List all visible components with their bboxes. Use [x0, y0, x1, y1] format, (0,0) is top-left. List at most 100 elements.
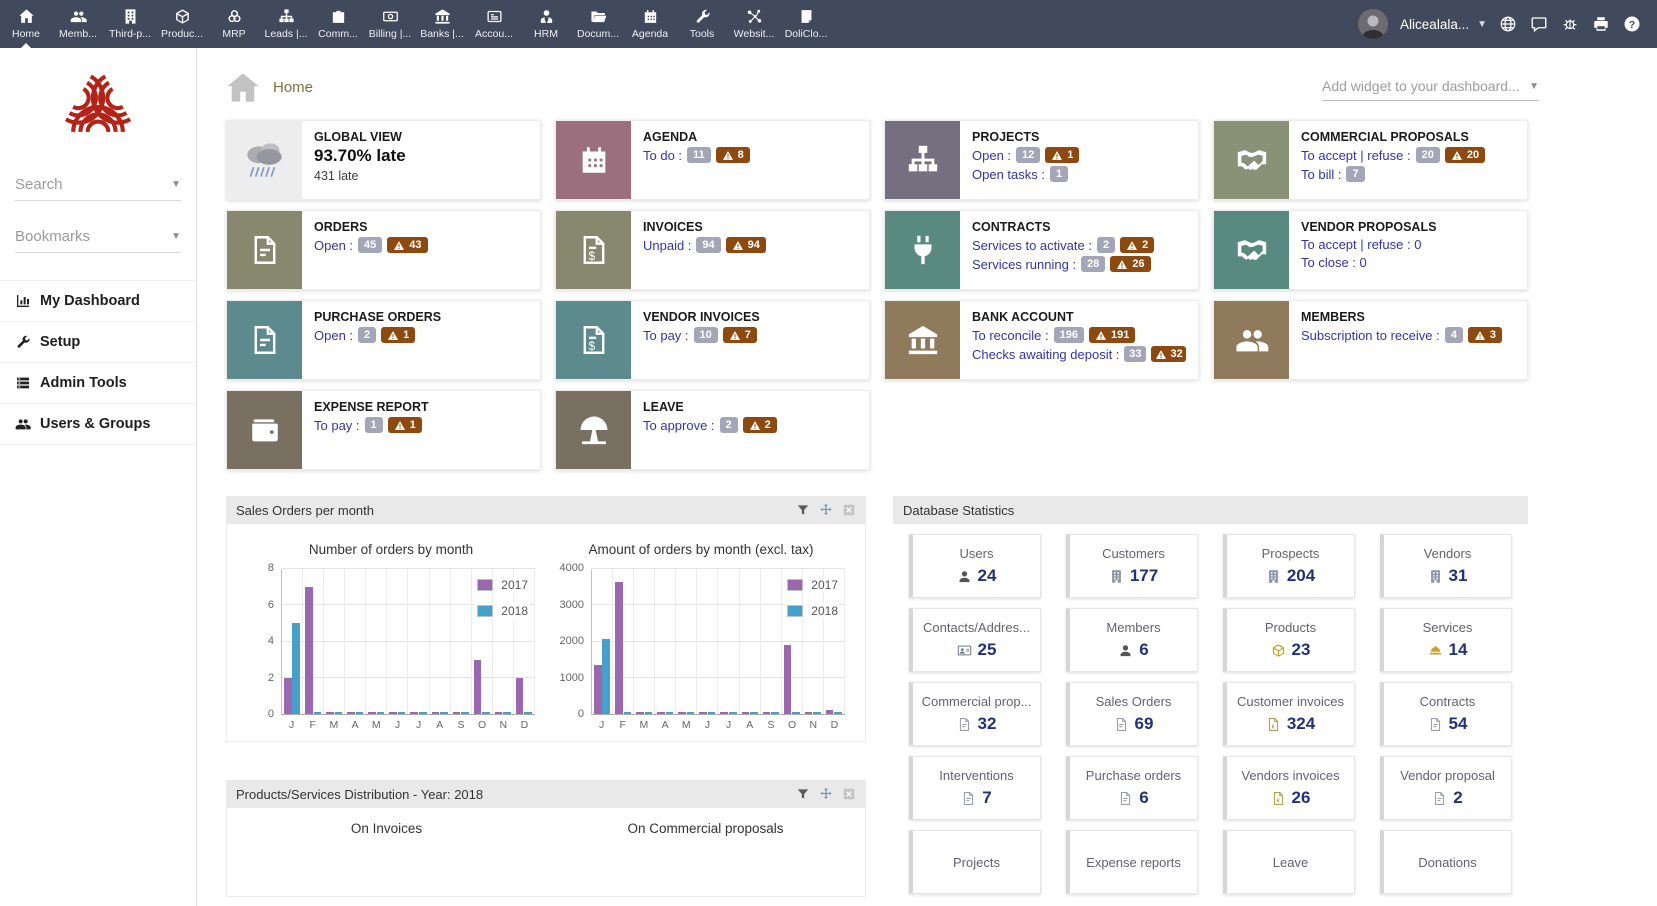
close-icon[interactable]	[842, 503, 856, 517]
count-badge[interactable]: 45	[358, 237, 382, 253]
stat-card-vendors-invoices[interactable]: Vendors invoices€26	[1223, 756, 1355, 820]
count-badge[interactable]: 94	[696, 237, 720, 253]
stat-card-purchase-orders[interactable]: Purchase orders6	[1066, 756, 1198, 820]
nav-item-banks[interactable]: Banks |...	[416, 0, 468, 48]
sidebar-item-admin-tools[interactable]: Admin Tools	[0, 363, 196, 404]
stat-card-services[interactable]: Services14	[1380, 608, 1512, 672]
count-badge[interactable]: 2	[720, 417, 738, 433]
nav-item-hrm[interactable]: HRM	[520, 0, 572, 48]
stat-card-users[interactable]: Users24	[909, 534, 1041, 598]
nav-item-accou[interactable]: Accou...	[468, 0, 520, 48]
bug-icon[interactable]	[1561, 15, 1579, 33]
stat-card-interventions[interactable]: Interventions7	[909, 756, 1041, 820]
count-badge[interactable]: 2	[358, 327, 376, 343]
stat-card-vendors[interactable]: Vendors31	[1380, 534, 1512, 598]
stat-card-sales-orders[interactable]: Sales Orders69	[1066, 682, 1198, 746]
home-icon[interactable]	[226, 72, 260, 103]
filter-icon[interactable]	[796, 787, 810, 801]
stat-card-contacts-addres[interactable]: Contacts/Addres...25	[909, 608, 1041, 672]
nav-item-billing[interactable]: Billing |...	[364, 0, 416, 48]
nav-item-doliclo[interactable]: DoliClo...	[780, 0, 832, 48]
user-name[interactable]: Alicealala...	[1400, 17, 1469, 32]
nav-item-tools[interactable]: Tools	[676, 0, 728, 48]
stat-card-donations[interactable]: Donations	[1380, 830, 1512, 894]
stat-card-products[interactable]: Products23	[1223, 608, 1355, 672]
count-badge[interactable]: 7	[1346, 166, 1364, 182]
count-badge[interactable]: 10	[694, 327, 718, 343]
widget-purchase-orders[interactable]: PURCHASE ORDERSOpen :21	[226, 300, 541, 380]
bookmarks-select[interactable]: Bookmarks ▼	[15, 228, 181, 253]
stat-card-expense-reports[interactable]: Expense reports	[1066, 830, 1198, 894]
sidebar-item-my-dashboard[interactable]: My Dashboard	[0, 280, 196, 322]
warning-badge[interactable]: 3	[1468, 327, 1502, 343]
count-badge[interactable]: 33	[1124, 346, 1146, 362]
stat-card-contracts[interactable]: Contracts54	[1380, 682, 1512, 746]
stat-card-commercial-prop[interactable]: Commercial prop...32	[909, 682, 1041, 746]
nav-item-produc[interactable]: Produc...	[156, 0, 208, 48]
nav-item-websit[interactable]: Websit...	[728, 0, 780, 48]
widget-agenda[interactable]: AGENDATo do :118	[555, 120, 870, 200]
nav-item-third-p[interactable]: Third-p...	[104, 0, 156, 48]
nav-item-comm[interactable]: Comm...	[312, 0, 364, 48]
count-badge[interactable]: 2	[1097, 237, 1115, 253]
count-badge[interactable]: 28	[1081, 256, 1105, 272]
warning-badge[interactable]: 191	[1089, 327, 1135, 343]
count-badge[interactable]: 1	[365, 417, 383, 433]
stat-card-prospects[interactable]: Prospects204	[1223, 534, 1355, 598]
widget-vendor-proposals[interactable]: VENDOR PROPOSALSTo accept | refuse : 0To…	[1213, 210, 1528, 290]
nav-item-docum[interactable]: Docum...	[572, 0, 624, 48]
nav-item-leads[interactable]: Leads |...	[260, 0, 312, 48]
stat-card-vendor-proposal[interactable]: Vendor proposal2	[1380, 756, 1512, 820]
warning-badge[interactable]: 26	[1110, 256, 1150, 272]
warning-badge[interactable]: 2	[1120, 237, 1154, 253]
count-badge[interactable]: 4	[1445, 327, 1463, 343]
count-badge[interactable]: 20	[1416, 147, 1440, 163]
widget-global-view[interactable]: GLOBAL VIEW93.70% late431 late	[226, 120, 541, 200]
stat-card-customers[interactable]: Customers177	[1066, 534, 1198, 598]
move-icon[interactable]	[819, 787, 833, 801]
stat-card-members[interactable]: Members6	[1066, 608, 1198, 672]
warning-badge[interactable]: 1	[388, 417, 422, 433]
stat-card-customer-invoices[interactable]: Customer invoices€324	[1223, 682, 1355, 746]
nav-item-home[interactable]: Home	[0, 0, 52, 48]
widget-orders[interactable]: ORDERSOpen :4543	[226, 210, 541, 290]
stat-card-projects[interactable]: Projects	[909, 830, 1041, 894]
warning-badge[interactable]: 7	[723, 327, 757, 343]
count-badge[interactable]: 1	[1050, 166, 1068, 182]
warning-badge[interactable]: 32	[1151, 346, 1186, 362]
search-select[interactable]: Search ▼	[15, 176, 181, 201]
sidebar-item-users-groups[interactable]: Users & Groups	[0, 404, 196, 445]
widget-expense-report[interactable]: EXPENSE REPORTTo pay :11	[226, 390, 541, 470]
warning-badge[interactable]: 2	[743, 417, 777, 433]
close-icon[interactable]	[842, 787, 856, 801]
nav-item-agenda[interactable]: Agenda	[624, 0, 676, 48]
avatar[interactable]	[1358, 9, 1388, 39]
add-widget-select[interactable]: Add widget to your dashboard... ▼	[1322, 78, 1539, 101]
chevron-down-icon[interactable]: ▼	[1477, 19, 1487, 30]
warning-badge[interactable]: 1	[381, 327, 415, 343]
nav-item-mrp[interactable]: MRP	[208, 0, 260, 48]
sidebar-item-setup[interactable]: Setup	[0, 322, 196, 363]
widget-vendor-invoices[interactable]: $VENDOR INVOICESTo pay :107	[555, 300, 870, 380]
widget-bank-account[interactable]: BANK ACCOUNTTo reconcile :196191Checks a…	[884, 300, 1199, 380]
count-badge[interactable]: 12	[1016, 147, 1040, 163]
warning-badge[interactable]: 43	[387, 237, 427, 253]
widget-commercial-proposals[interactable]: COMMERCIAL PROPOSALSTo accept | refuse :…	[1213, 120, 1528, 200]
widget-projects[interactable]: PROJECTSOpen :121Open tasks :1	[884, 120, 1199, 200]
widget-contracts[interactable]: CONTRACTSServices to activate :22Service…	[884, 210, 1199, 290]
count-badge[interactable]: 196	[1054, 327, 1084, 343]
count-badge[interactable]: 11	[687, 147, 711, 163]
filter-icon[interactable]	[796, 503, 810, 517]
warning-badge[interactable]: 20	[1445, 147, 1485, 163]
warning-badge[interactable]: 1	[1045, 147, 1079, 163]
warning-badge[interactable]: 94	[726, 237, 766, 253]
globe-icon[interactable]	[1499, 15, 1517, 33]
printer-icon[interactable]	[1592, 15, 1610, 33]
widget-leave[interactable]: LEAVETo approve :22	[555, 390, 870, 470]
widget-members[interactable]: MEMBERSSubscription to receive :43	[1213, 300, 1528, 380]
warning-badge[interactable]: 8	[716, 147, 750, 163]
widget-invoices[interactable]: $INVOICESUnpaid :9494	[555, 210, 870, 290]
chat-icon[interactable]	[1530, 15, 1548, 33]
stat-card-leave[interactable]: Leave	[1223, 830, 1355, 894]
nav-item-memb[interactable]: Memb...	[52, 0, 104, 48]
